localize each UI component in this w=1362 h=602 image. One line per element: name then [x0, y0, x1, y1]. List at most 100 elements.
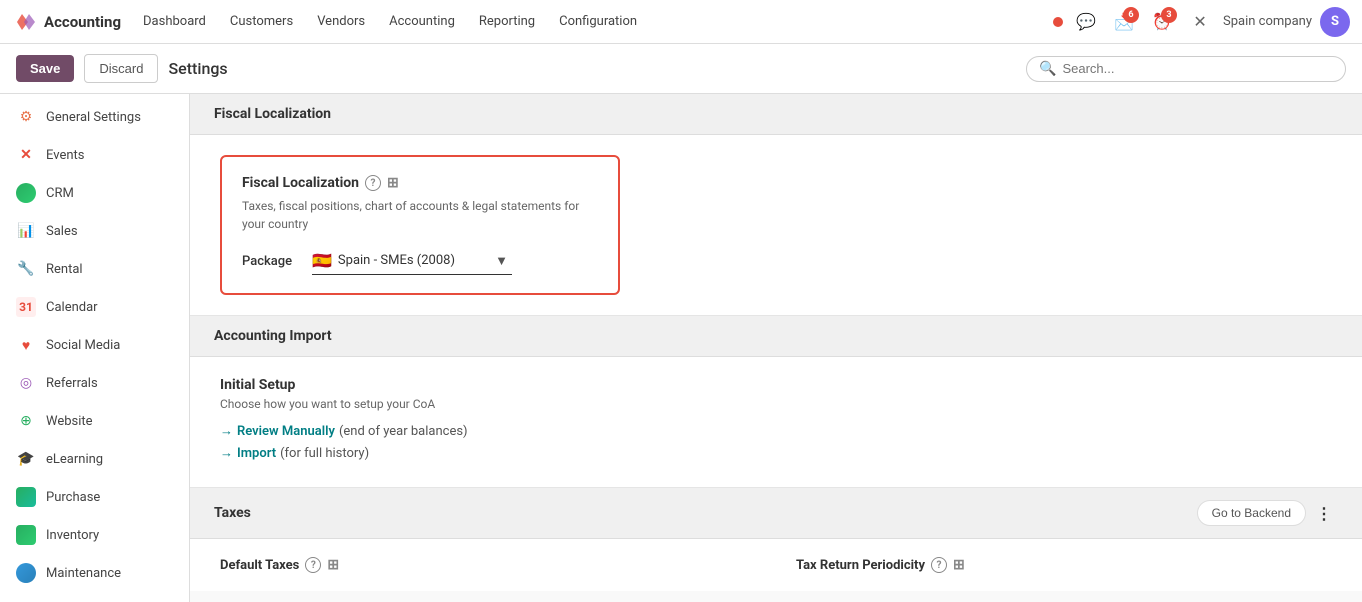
three-dots-menu[interactable]: ⋮ — [1310, 502, 1338, 525]
nav-messages-icon[interactable]: 📩 6 — [1109, 7, 1139, 37]
save-button[interactable]: Save — [16, 55, 74, 82]
tax-return-table-icon[interactable]: ⊞ — [953, 557, 965, 573]
sidebar-item-social-media[interactable]: ♥ Social Media — [0, 326, 189, 364]
sidebar-item-purchase[interactable]: Purchase — [0, 478, 189, 516]
fiscal-package-row: Package 🇪🇸 Spain - SMEs (2008) ▼ — [242, 247, 598, 275]
sidebar-item-crm[interactable]: CRM — [0, 174, 189, 212]
nav-right: 💬 📩 6 ⏰ 3 ✕ Spain company S — [1053, 7, 1350, 37]
taxes-row: Default Taxes ? ⊞ Tax Return Periodicity… — [220, 557, 1332, 573]
review-manually-text: Review Manually — [237, 424, 335, 439]
sidebar-item-calendar[interactable]: 31 Calendar — [0, 288, 189, 326]
nav-chat-icon[interactable]: 💬 — [1071, 7, 1101, 37]
sidebar-item-label: Sales — [46, 224, 78, 239]
social-media-icon: ♥ — [16, 335, 36, 355]
settings-title: Settings — [168, 59, 227, 78]
nav-item-configuration[interactable]: Configuration — [549, 8, 647, 35]
sidebar-item-events[interactable]: ✕ Events — [0, 136, 189, 174]
sidebar-item-maintenance[interactable]: Maintenance — [0, 554, 189, 592]
rental-icon: 🔧 — [16, 259, 36, 279]
inventory-icon — [16, 525, 36, 545]
spain-flag: 🇪🇸 — [312, 251, 332, 270]
fiscal-localization-section-header: Fiscal Localization — [190, 94, 1362, 135]
avatar[interactable]: S — [1320, 7, 1350, 37]
accounting-import-section-header: Accounting Import — [190, 316, 1362, 357]
sidebar: ⚙ General Settings ✕ Events CRM 📊 Sales … — [0, 94, 190, 602]
sidebar-item-inventory[interactable]: Inventory — [0, 516, 189, 554]
nav-item-vendors[interactable]: Vendors — [307, 8, 375, 35]
search-input[interactable] — [1062, 61, 1333, 76]
search-box: 🔍 — [1026, 56, 1346, 82]
fiscal-help-icon[interactable]: ? — [365, 175, 381, 191]
arrow-right-icon-2: → — [220, 445, 233, 461]
import-text: Import — [237, 446, 276, 461]
sidebar-item-general-settings[interactable]: ⚙ General Settings — [0, 98, 189, 136]
default-taxes-col: Default Taxes ? ⊞ — [220, 557, 756, 573]
fiscal-localization-box: Fiscal Localization ? ⊞ Taxes, fiscal po… — [220, 155, 620, 295]
initial-setup-desc: Choose how you want to setup your CoA — [220, 397, 1332, 411]
nav-close-icon[interactable]: ✕ — [1185, 7, 1215, 37]
discard-button[interactable]: Discard — [84, 54, 158, 83]
default-taxes-table-icon[interactable]: ⊞ — [327, 557, 339, 573]
sidebar-item-label: Events — [46, 148, 84, 163]
fiscal-package-label: Package — [242, 254, 302, 269]
clock-badge: 3 — [1161, 7, 1177, 23]
import-link[interactable]: → Import (for full history) — [220, 445, 1332, 461]
fiscal-package-select[interactable]: 🇪🇸 Spain - SMEs (2008) ▼ — [312, 247, 512, 275]
review-manually-link[interactable]: → Review Manually (end of year balances) — [220, 423, 1332, 439]
fiscal-box-desc: Taxes, fiscal positions, chart of accoun… — [242, 197, 598, 233]
initial-setup-title: Initial Setup — [220, 377, 1332, 393]
search-icon: 🔍 — [1039, 61, 1056, 77]
sidebar-item-label: Maintenance — [46, 566, 121, 581]
taxes-section-header: Taxes Go to Backend ⋮ — [190, 488, 1362, 539]
maintenance-icon — [16, 563, 36, 583]
tax-return-periodicity-title: Tax Return Periodicity ? ⊞ — [796, 557, 1332, 573]
nav-clock-icon[interactable]: ⏰ 3 — [1147, 7, 1177, 37]
sidebar-item-referrals[interactable]: ◎ Referrals — [0, 364, 189, 402]
tax-return-periodicity-text: Tax Return Periodicity — [796, 558, 925, 573]
fiscal-localization-section-body: Fiscal Localization ? ⊞ Taxes, fiscal po… — [190, 135, 1362, 316]
sales-icon: 📊 — [16, 221, 36, 241]
odoo-logo-icon — [12, 9, 38, 35]
sidebar-item-website[interactable]: ⊕ Website — [0, 402, 189, 440]
default-taxes-text: Default Taxes — [220, 558, 299, 573]
main-content: Fiscal Localization Fiscal Localization … — [190, 94, 1362, 602]
taxes-body: Default Taxes ? ⊞ Tax Return Periodicity… — [190, 539, 1362, 591]
sidebar-item-label: Social Media — [46, 338, 120, 353]
body-layout: ⚙ General Settings ✕ Events CRM 📊 Sales … — [0, 94, 1362, 602]
default-taxes-help-icon[interactable]: ? — [305, 557, 321, 573]
sidebar-item-label: Website — [46, 414, 93, 429]
website-icon: ⊕ — [16, 411, 36, 431]
taxes-section-title: Taxes — [214, 505, 251, 521]
go-to-backend-button[interactable]: Go to Backend — [1197, 500, 1306, 526]
tax-return-help-icon[interactable]: ? — [931, 557, 947, 573]
nav-item-customers[interactable]: Customers — [220, 8, 303, 35]
sidebar-item-elearning[interactable]: 🎓 eLearning — [0, 440, 189, 478]
events-icon: ✕ — [16, 145, 36, 165]
dropdown-arrow-icon: ▼ — [495, 253, 508, 269]
calendar-icon: 31 — [16, 297, 36, 317]
settings-toolbar: Save Discard Settings 🔍 — [0, 44, 1362, 94]
arrow-right-icon: → — [220, 423, 233, 439]
nav-item-accounting[interactable]: Accounting — [379, 8, 465, 35]
fiscal-box-title-text: Fiscal Localization — [242, 175, 359, 191]
sidebar-item-label: Referrals — [46, 376, 98, 391]
sidebar-item-sales[interactable]: 📊 Sales — [0, 212, 189, 250]
sidebar-item-label: Rental — [46, 262, 83, 277]
sidebar-item-label: Inventory — [46, 528, 99, 543]
nav-logo[interactable]: Accounting — [12, 9, 121, 35]
company-name: Spain company — [1223, 14, 1312, 29]
import-suffix: (for full history) — [280, 446, 369, 461]
sidebar-item-label: General Settings — [46, 110, 141, 125]
nav-item-reporting[interactable]: Reporting — [469, 8, 545, 35]
sidebar-item-label: eLearning — [46, 452, 103, 467]
top-nav: Accounting Dashboard Customers Vendors A… — [0, 0, 1362, 44]
sidebar-item-label: Calendar — [46, 300, 98, 315]
tax-return-periodicity-col: Tax Return Periodicity ? ⊞ — [796, 557, 1332, 573]
sidebar-item-label: CRM — [46, 186, 74, 201]
nav-item-dashboard[interactable]: Dashboard — [133, 8, 216, 35]
package-value: Spain - SMEs (2008) — [338, 253, 455, 268]
status-dot[interactable] — [1053, 17, 1063, 27]
accounting-import-section-body: Initial Setup Choose how you want to set… — [190, 357, 1362, 488]
sidebar-item-rental[interactable]: 🔧 Rental — [0, 250, 189, 288]
fiscal-table-icon[interactable]: ⊞ — [387, 175, 399, 191]
